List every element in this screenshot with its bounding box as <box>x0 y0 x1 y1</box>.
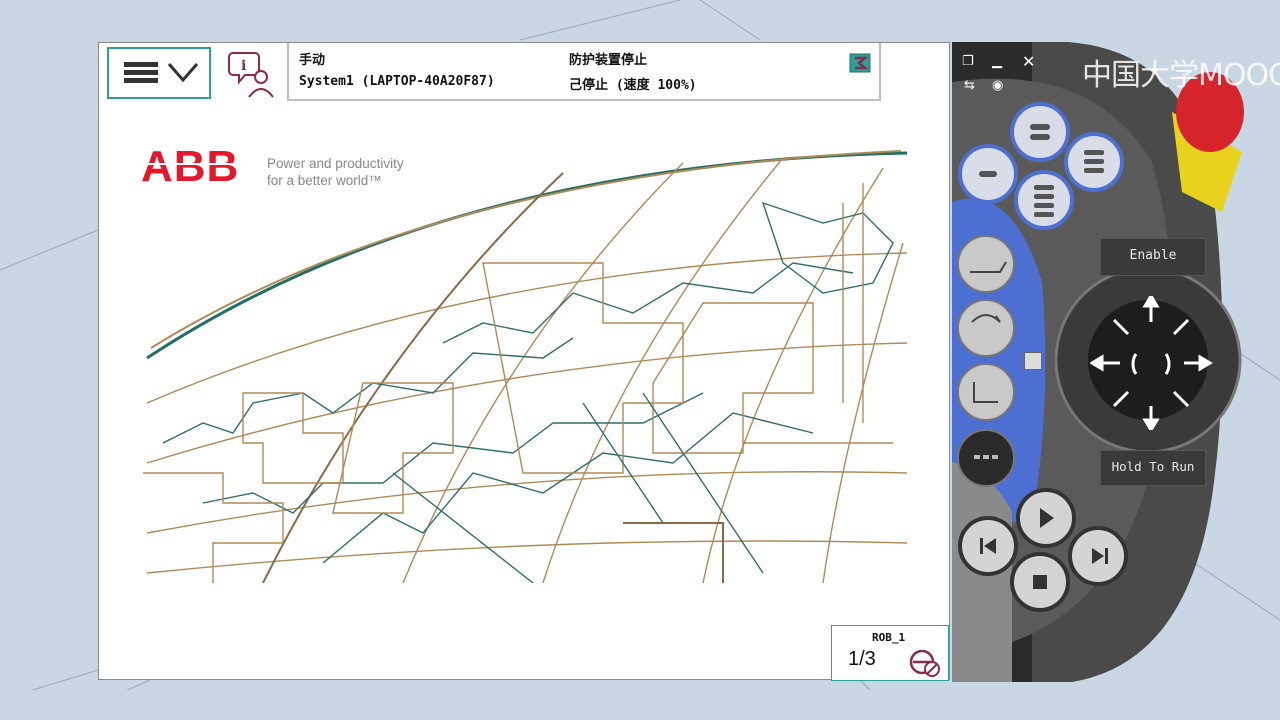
joystick-lock-toggle[interactable] <box>1024 352 1042 370</box>
camera-button[interactable]: ◉ <box>992 78 1003 93</box>
controller-state: 防护装置停止 <box>569 53 648 68</box>
tagline-line1: Power and productivity <box>267 156 404 171</box>
main-menu-button[interactable] <box>107 47 211 99</box>
quickset-button[interactable]: ROB_1 1/3 <box>831 625 949 681</box>
swap-button[interactable]: ⇆ <box>964 78 975 93</box>
close-icon: ✕ <box>1022 52 1036 71</box>
globe-graphic <box>143 150 908 583</box>
flexpendant-screen: i 手动 System1 (LAPTOP-40A20F87) 防护装置停止 己停… <box>98 42 950 681</box>
program-buttons[interactable] <box>952 488 1142 618</box>
side-buttons[interactable] <box>952 232 1022 492</box>
svg-text:ABB: ABB <box>141 143 239 189</box>
brand-tagline: Power and productivity for a better worl… <box>267 155 404 189</box>
stop-icon <box>1033 575 1047 589</box>
minimize-icon: ▁ <box>992 54 1002 69</box>
minimize-button[interactable]: ▁ <box>992 54 1002 69</box>
close-window-button[interactable]: ✕ <box>1022 52 1035 71</box>
camera-icon: ◉ <box>992 78 1004 93</box>
menu-icon <box>124 62 199 83</box>
enable-button[interactable]: Enable <box>1100 238 1206 276</box>
hold-to-run-button[interactable]: Hold To Run <box>1100 450 1206 486</box>
program-state: 己停止 (速度 100%) <box>569 78 697 93</box>
swap-icon: ⇆ <box>964 78 975 93</box>
close-icon <box>849 53 871 73</box>
system-name: System1 (LAPTOP-40A20F87) <box>299 74 495 89</box>
robot-name: ROB_1 <box>872 631 906 644</box>
abb-logo: ABB <box>141 143 249 189</box>
event-log-button[interactable]: i <box>225 47 281 99</box>
operating-mode: 手动 <box>299 53 326 68</box>
close-button[interactable] <box>849 53 871 73</box>
chevron-down-icon <box>167 63 199 83</box>
background-strip <box>0 690 1280 720</box>
maximize-button[interactable]: ❐ <box>962 54 974 69</box>
tagline-line2: for a better world™ <box>267 173 382 188</box>
preset-buttons[interactable] <box>952 100 1142 240</box>
task-fraction: 1/3 <box>848 648 876 670</box>
maximize-icon: ❐ <box>962 54 974 69</box>
watermark: 中国大学MOOC <box>1082 58 1280 93</box>
task-icon <box>909 649 940 677</box>
status-bar[interactable]: 手动 System1 (LAPTOP-40A20F87) 防护装置停止 己停止 … <box>287 43 881 101</box>
joystick-arrows[interactable] <box>1090 296 1216 430</box>
info-person-icon: i <box>228 52 274 98</box>
svg-text:i: i <box>241 58 246 74</box>
